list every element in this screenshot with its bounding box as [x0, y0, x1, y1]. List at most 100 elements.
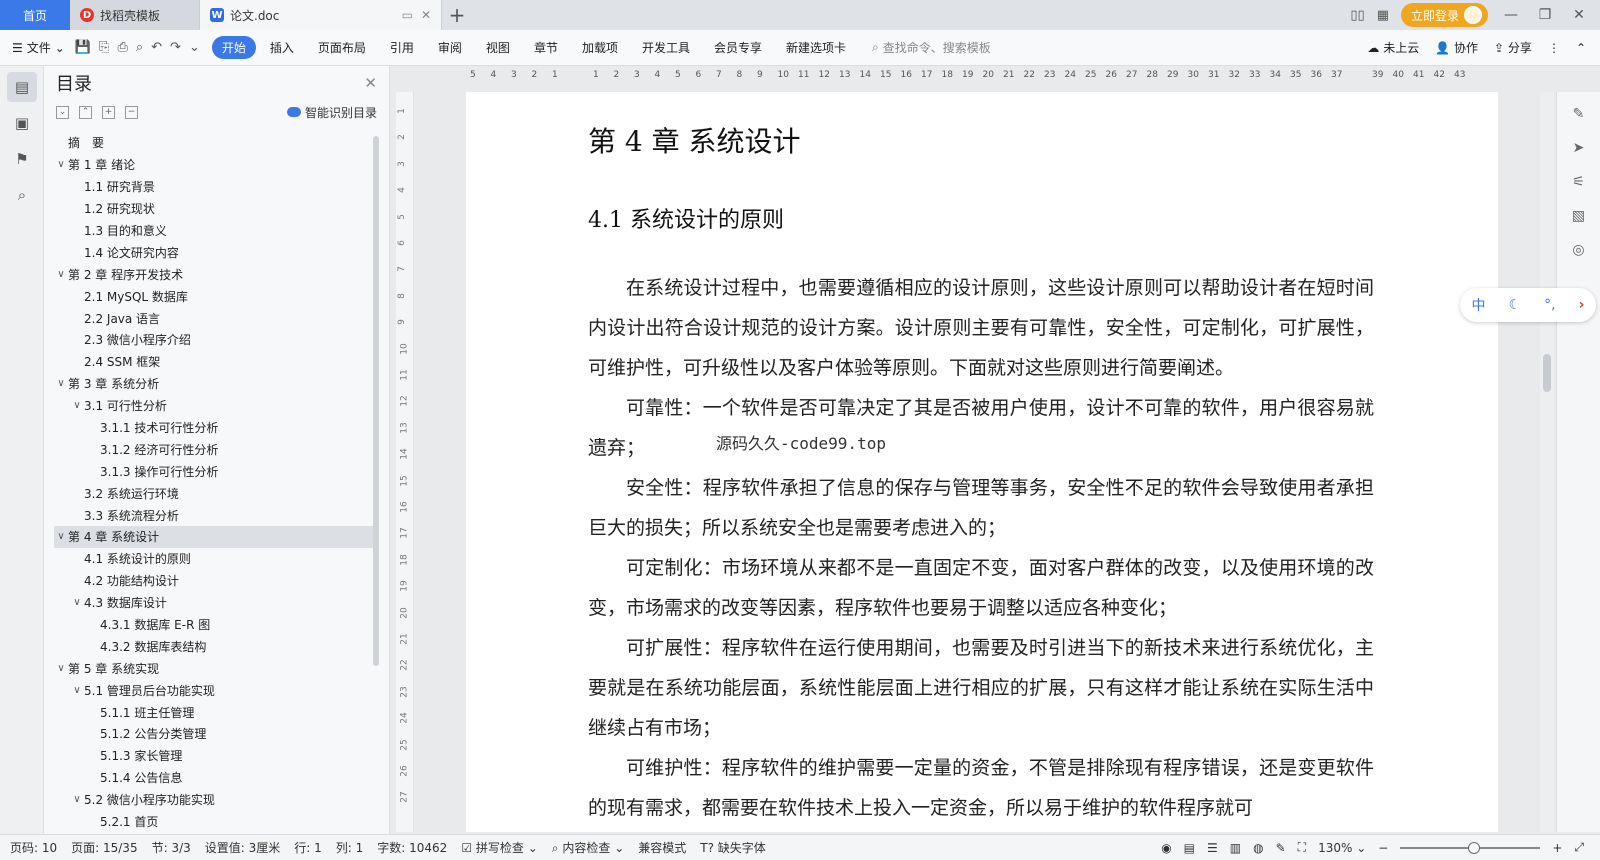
print-icon[interactable]: ⎙	[117, 40, 127, 55]
new-tab-button[interactable]: +	[442, 0, 472, 30]
ribbon-tab-review[interactable]: 审阅	[428, 36, 472, 59]
ribbon-tab-references[interactable]: 引用	[380, 36, 424, 59]
expand-all-icon[interactable]: ⌃	[79, 105, 92, 119]
toc-item[interactable]: 3.1.3 操作可行性分析	[54, 460, 374, 482]
toc-item[interactable]: 5.1.1 班主任管理	[54, 701, 374, 723]
toc-scrollbar[interactable]	[373, 136, 379, 666]
find-icon[interactable]: ⌕	[7, 180, 37, 210]
ime-language[interactable]: 中	[1472, 295, 1486, 315]
document-scrollbar[interactable]	[1540, 92, 1554, 832]
scrollbar-thumb[interactable]	[1543, 354, 1551, 392]
toc-panel-icon[interactable]: ▤	[7, 72, 37, 102]
toc-item[interactable]: 5.1.3 家长管理	[54, 745, 374, 767]
toc-item[interactable]: 3.1.2 经济可行性分析	[54, 438, 374, 460]
toc-item[interactable]: ∨ 5.2 微信小程序功能实现	[54, 789, 374, 811]
status-setting[interactable]: 设置值: 3厘米	[205, 839, 281, 856]
chevron-down-icon[interactable]: ∨	[54, 663, 68, 674]
status-pages[interactable]: 页面: 15/35	[71, 839, 137, 856]
chevron-down-icon[interactable]: ∨	[54, 531, 68, 542]
web-view-icon[interactable]: ◍	[1253, 841, 1263, 855]
toc-item[interactable]: 4.3.2 数据库表结构	[54, 635, 374, 657]
toc-item[interactable]: 2.2 Java 语言	[54, 307, 374, 329]
image-tools-icon[interactable]: ▧	[1567, 204, 1591, 228]
collapse-all-icon[interactable]: ⌄	[56, 105, 69, 119]
chevron-down-icon[interactable]: ∨	[70, 794, 84, 805]
moon-icon[interactable]: ☾	[1509, 297, 1522, 313]
document-page[interactable]: 第 4 章 系统设计 4.1 系统设计的原则 在系统设计过程中，也需要遵循相应的…	[466, 92, 1498, 832]
horizontal-ruler[interactable]: 5 4 3 2 1 1 2 3 4 5 6 7 8 9 10 11 12 13 14 15 16 17 18 19 20 21 22…	[466, 68, 1498, 84]
toc-item[interactable]: 3.1.1 技术可行性分析	[54, 417, 374, 439]
toc-item[interactable]: 4.2 功能结构设计	[54, 570, 374, 592]
close-icon[interactable]: ✕	[364, 74, 377, 92]
remove-heading-icon[interactable]: −	[125, 105, 138, 119]
chevron-down-icon[interactable]: ∨	[70, 400, 84, 411]
status-page-code[interactable]: 页码: 10	[10, 839, 57, 856]
cloud-status-button[interactable]: ☁ 未上云	[1367, 39, 1419, 56]
punctuation-icon[interactable]: °,	[1544, 297, 1555, 313]
zoom-in-icon[interactable]: +	[1552, 841, 1562, 855]
toc-item[interactable]: 2.3 微信小程序介绍	[54, 329, 374, 351]
file-menu[interactable]: ☰ 文件 ⌄	[12, 39, 65, 56]
ribbon-tab-layout[interactable]: 页面布局	[308, 36, 376, 59]
toc-item[interactable]: 2.4 SSM 框架	[54, 351, 374, 373]
toc-item[interactable]: 4.1 系统设计的原则	[54, 548, 374, 570]
command-search[interactable]: ⌕ 查找命令、搜索模板	[872, 39, 991, 56]
layout-icon[interactable]: ▯▯	[1350, 8, 1364, 23]
toc-item[interactable]: 5.1.2 公告分类管理	[54, 723, 374, 745]
outline-view-icon[interactable]: ☰	[1207, 841, 1218, 855]
select-cursor-icon[interactable]: ➤	[1567, 136, 1591, 160]
zoom-slider-knob[interactable]	[1468, 841, 1481, 854]
ribbon-tab-developer[interactable]: 开发工具	[632, 36, 700, 59]
float-window-icon[interactable]: ▭	[402, 8, 413, 22]
chevron-down-icon[interactable]: ∨	[54, 269, 68, 280]
fit-page-icon[interactable]: ⛶	[1298, 840, 1306, 855]
toc-item[interactable]: 4.3.1 数据库 E-R 图	[54, 614, 374, 636]
chevron-down-icon[interactable]: ∨	[70, 597, 84, 608]
smart-toc-button[interactable]: 智能识别目录	[286, 104, 377, 121]
spell-check-button[interactable]: ☑ 拼写检查 ⌄	[461, 839, 537, 856]
toc-item[interactable]: 5.2.1 首页	[54, 811, 374, 832]
save-icon[interactable]: 💾	[75, 40, 91, 55]
tab-template[interactable]: D 找稻壳模板	[70, 0, 200, 30]
redo-icon[interactable]: ↷	[170, 40, 181, 55]
toc-item[interactable]: 2.1 MySQL 数据库	[54, 285, 374, 307]
input-method-bar[interactable]: 中 ☾ °, ›	[1460, 288, 1596, 322]
fullscreen-icon[interactable]: ⤢	[1574, 840, 1584, 855]
ribbon-tab-addins[interactable]: 加载项	[572, 36, 628, 59]
toc-item[interactable]: 1.3 目的和意义	[54, 220, 374, 242]
toc-item[interactable]: 3.2 系统运行环境	[54, 482, 374, 504]
toc-item[interactable]: ∨ 3.1 可行性分析	[54, 395, 374, 417]
toc-item[interactable]: 1.4 论文研究内容	[54, 241, 374, 263]
edit-icon[interactable]: ✎	[1567, 102, 1591, 126]
minimize-icon[interactable]: —	[1500, 7, 1522, 23]
toc-item[interactable]: ∨ 4.3 数据库设计	[54, 592, 374, 614]
share-button[interactable]: ⇪ 分享	[1494, 39, 1532, 56]
toc-item[interactable]: 5.1.4 公告信息	[54, 767, 374, 789]
close-tab-icon[interactable]: ✕	[421, 8, 431, 22]
toc-item[interactable]: 摘 要	[54, 132, 374, 154]
ribbon-tab-insert[interactable]: 插入	[260, 36, 304, 59]
eye-protect-icon[interactable]: ◉	[1161, 841, 1171, 855]
toc-item[interactable]: ∨ 第 4 章 系统设计	[54, 526, 374, 548]
zoom-slider[interactable]	[1400, 841, 1541, 854]
vertical-ruler[interactable]: 1 2 3 4 5 6 7 8 9 10 11 12 13 14 15 16 17 18 19 20 21 22 23 24 2…	[396, 92, 414, 832]
add-heading-icon[interactable]: +	[102, 105, 115, 119]
close-window-icon[interactable]: ✕	[1568, 7, 1590, 23]
chevron-right-icon[interactable]: ›	[1579, 297, 1585, 313]
toc-item[interactable]: 3.3 系统流程分析	[54, 504, 374, 526]
chevron-down-icon[interactable]: ∨	[54, 159, 68, 170]
location-icon[interactable]: ◎	[1567, 238, 1591, 262]
chevron-down-icon[interactable]: ∨	[54, 378, 68, 389]
ribbon-tab-new[interactable]: 新建选项卡	[776, 36, 856, 59]
quick-access-chevron-icon[interactable]: ⌄	[189, 40, 200, 55]
toc-item[interactable]: ∨ 第 3 章 系统分析	[54, 373, 374, 395]
login-button[interactable]: 立即登录	[1400, 3, 1488, 27]
status-section[interactable]: 节: 3/3	[152, 839, 191, 856]
status-words[interactable]: 字数: 10462	[377, 839, 447, 856]
collapse-ribbon-icon[interactable]: ⌃	[1576, 41, 1586, 55]
tab-document[interactable]: W 论文.doc ▭ ✕	[200, 0, 442, 30]
ribbon-tab-home[interactable]: 开始	[211, 36, 256, 59]
collaborate-button[interactable]: 👤 协作	[1435, 39, 1478, 56]
navigation-pane-icon[interactable]: ▣	[7, 108, 37, 138]
toc-item[interactable]: ∨ 第 5 章 系统实现	[54, 657, 374, 679]
